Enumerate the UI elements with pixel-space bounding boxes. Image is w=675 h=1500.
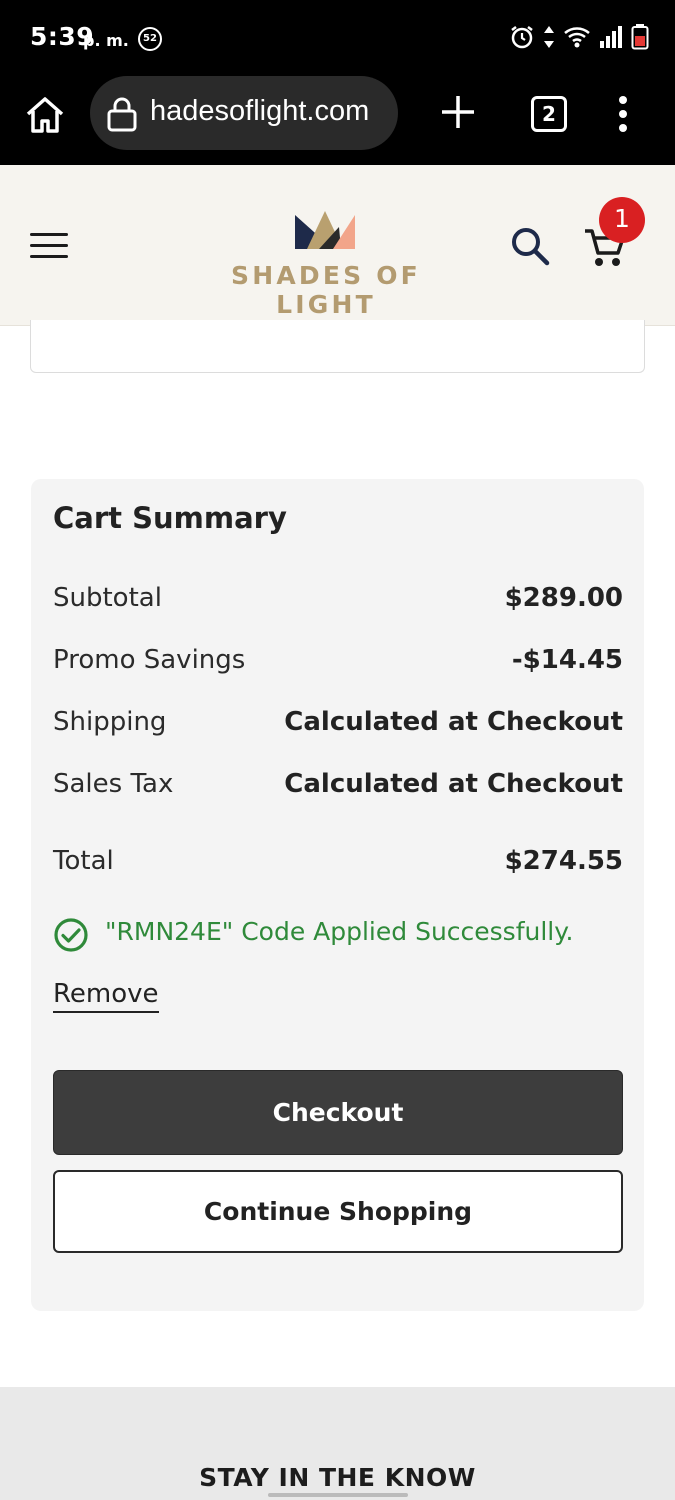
summary-row-subtotal: Subtotal $289.00 [53, 583, 623, 619]
shipping-value: Calculated at Checkout [284, 707, 623, 737]
promo-savings-value: -$14.45 [511, 645, 623, 675]
promo-applied-message: "RMN24E" Code Applied Successfully. [53, 915, 643, 955]
logo-text[interactable]: SHADES OF LIGHT [188, 261, 464, 319]
footer-newsletter: STAY IN THE KNOW [0, 1387, 675, 1500]
sales-tax-value: Calculated at Checkout [284, 769, 623, 799]
alarm-icon [511, 26, 533, 49]
total-label: Total [53, 846, 114, 876]
promo-message-text: "RMN24E" Code Applied Successfully. [105, 917, 574, 946]
data-transfer-icon [544, 26, 554, 48]
summary-row-shipping: Shipping Calculated at Checkout [53, 707, 623, 743]
checkout-button[interactable]: Checkout [53, 1070, 623, 1155]
subtotal-label: Subtotal [53, 583, 162, 613]
cart-summary: Cart Summary Subtotal $289.00 Promo Savi… [31, 479, 644, 1311]
summary-row-total: Total $274.55 [53, 846, 623, 882]
lock-icon [107, 97, 137, 132]
site-header: SHADES OF LIGHT 1 [0, 165, 675, 326]
remove-promo-link[interactable]: Remove [53, 979, 159, 1013]
plus-icon[interactable] [439, 93, 477, 131]
continue-shopping-button[interactable]: Continue Shopping [53, 1170, 623, 1253]
notification-badge: 52 [138, 27, 162, 51]
url-bar[interactable]: hadesoflight.com [90, 76, 398, 150]
home-icon[interactable] [24, 94, 66, 136]
previous-card-bottom [30, 320, 645, 373]
search-icon[interactable] [509, 225, 551, 267]
shades-of-light-logo-mark[interactable] [293, 205, 357, 251]
signal-icon [600, 26, 622, 48]
check-circle-icon [54, 918, 88, 952]
cart-count-badge: 1 [599, 197, 645, 243]
shipping-label: Shipping [53, 707, 167, 737]
summary-row-promo-savings: Promo Savings -$14.45 [53, 645, 623, 681]
status-bar: 5:39 p. m. 52 [0, 0, 675, 76]
subtotal-value: $289.00 [504, 583, 623, 613]
more-vert-icon[interactable] [608, 94, 638, 134]
battery-icon [631, 24, 649, 50]
url-text: hadesoflight.com [150, 95, 370, 127]
cart-summary-title: Cart Summary [53, 501, 287, 535]
tab-switcher-button[interactable]: 2 [531, 96, 567, 132]
wifi-icon [564, 27, 590, 48]
summary-row-sales-tax: Sales Tax Calculated at Checkout [53, 769, 623, 805]
status-icons [509, 24, 649, 50]
status-ampm: p. m. [83, 31, 129, 50]
promo-savings-label: Promo Savings [53, 645, 246, 675]
gesture-nav-handle [268, 1493, 408, 1497]
total-value: $274.55 [504, 846, 623, 876]
browser-toolbar: hadesoflight.com 2 [0, 76, 675, 165]
hamburger-menu-icon[interactable] [30, 233, 68, 259]
footer-heading: STAY IN THE KNOW [199, 1463, 476, 1492]
sales-tax-label: Sales Tax [53, 769, 174, 799]
